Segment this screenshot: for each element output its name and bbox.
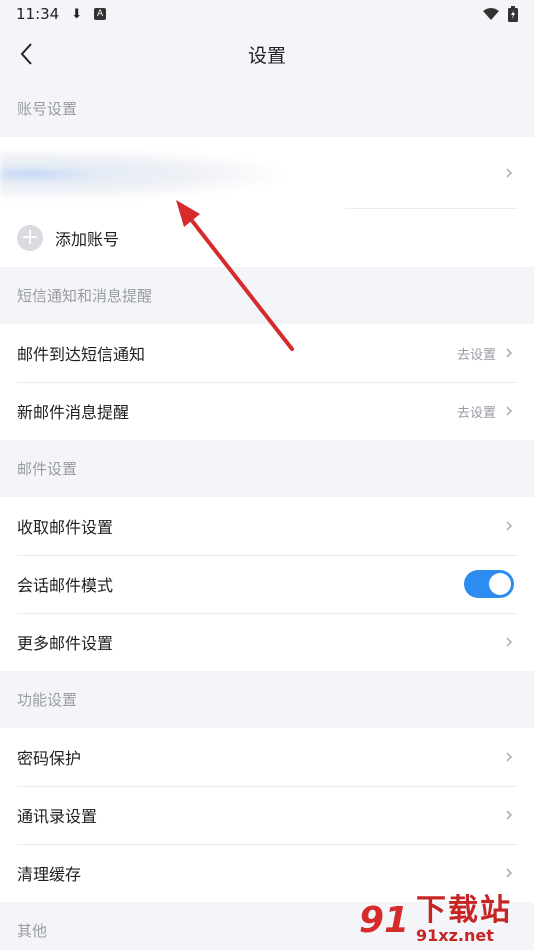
chevron-right-icon (506, 752, 513, 762)
status-left: 11:34 ⬇ A (16, 5, 107, 23)
battery-charging-icon (508, 6, 518, 22)
wifi-icon (483, 8, 499, 20)
toggle-knob (489, 573, 511, 595)
row-label: 收取邮件设置 (17, 518, 114, 537)
status-time: 11:34 (16, 5, 60, 23)
watermark-text: 下载站 91xz.net (416, 895, 512, 945)
row-right: 去设置 (457, 344, 514, 363)
watermark-sub: 91xz.net (416, 926, 494, 945)
settings-row-password[interactable]: 密码保护 (0, 728, 534, 786)
chevron-right-icon (506, 521, 513, 531)
watermark-logo-mark: 91 (358, 899, 410, 941)
row-label: 更多邮件设置 (17, 634, 114, 653)
row-hint: 去设置 (456, 347, 496, 363)
settings-row-conversation-mode: 会话邮件模式 (0, 555, 534, 613)
conversation-mode-toggle[interactable] (464, 570, 514, 598)
back-button[interactable] (14, 40, 42, 68)
mail-group: 收取邮件设置 会话邮件模式 更多邮件设置 (0, 497, 534, 671)
chevron-right-icon (506, 810, 513, 820)
add-account-button[interactable]: + 添加账号 (0, 209, 534, 267)
a-icon: A (94, 8, 107, 20)
section-header-account: 账号设置 (17, 100, 78, 118)
row-hint: 去设置 (456, 405, 496, 421)
account-group: + 添加账号 (0, 137, 534, 267)
nav-bar: 设置 (0, 28, 534, 80)
section-header-mail: 邮件设置 (17, 460, 78, 478)
add-account-label: 添加账号 (55, 230, 120, 249)
row-label: 会话邮件模式 (17, 576, 114, 595)
section-header-sms: 短信通知和消息提醒 (17, 287, 153, 305)
plus-icon: + (17, 225, 43, 251)
status-bar: 11:34 ⬇ A (0, 0, 534, 28)
row-right: 去设置 (457, 402, 514, 421)
row-label: 清理缓存 (17, 865, 82, 884)
row-label: 新邮件消息提醒 (17, 403, 130, 422)
account-info-blurred (0, 149, 280, 199)
row-label: 邮件到达短信通知 (17, 345, 146, 364)
settings-row-sms-notify[interactable]: 邮件到达短信通知 去设置 (0, 324, 534, 382)
feature-group: 密码保护 通讯录设置 清理缓存 (0, 728, 534, 902)
row-label: 密码保护 (17, 749, 82, 768)
settings-row-contacts[interactable]: 通讯录设置 (0, 786, 534, 844)
row-label: 通讯录设置 (17, 807, 98, 826)
chevron-right-icon (506, 868, 513, 878)
settings-row-more-mail[interactable]: 更多邮件设置 (0, 613, 534, 671)
watermark-logo: 91 下载站 91xz.net (358, 892, 528, 948)
section-header-feature: 功能设置 (17, 691, 78, 709)
sms-group: 邮件到达短信通知 去设置 新邮件消息提醒 去设置 (0, 324, 534, 440)
divider (345, 208, 517, 209)
chevron-right-icon (506, 348, 513, 358)
download-icon: ⬇ (71, 6, 83, 22)
account-item[interactable] (0, 137, 534, 209)
watermark-main: 下载站 (416, 893, 512, 928)
settings-row-new-mail-reminder[interactable]: 新邮件消息提醒 去设置 (0, 382, 534, 440)
chevron-right-icon (506, 637, 513, 647)
page-title: 设置 (247, 44, 286, 67)
status-right (482, 6, 518, 22)
chevron-right-icon (506, 168, 513, 178)
settings-row-receive-mail[interactable]: 收取邮件设置 (0, 497, 534, 555)
chevron-right-icon (506, 406, 513, 416)
